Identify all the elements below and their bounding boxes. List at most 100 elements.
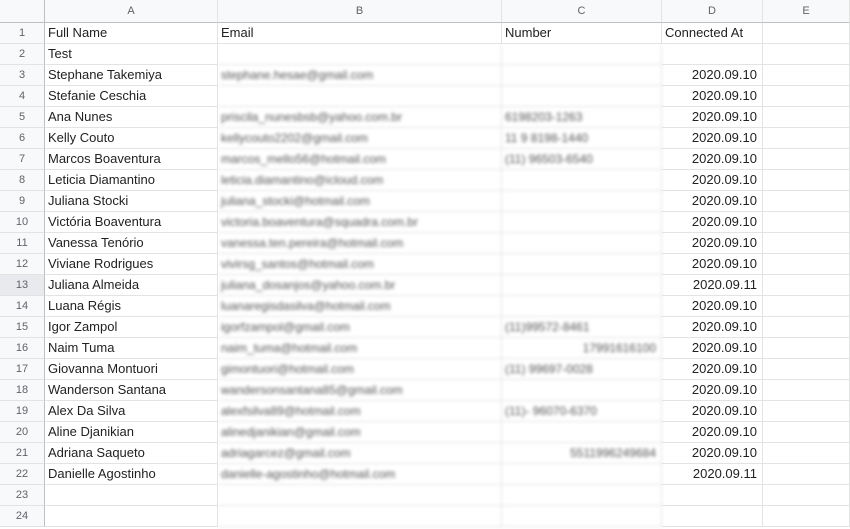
cell-full-name[interactable]: Viviane Rodrigues — [45, 254, 218, 275]
cell-full-name[interactable]: Aline Djanikian — [45, 422, 218, 443]
row-number[interactable]: 3 — [0, 65, 45, 86]
cell-email[interactable]: alexfsilva89@hotmail.com — [218, 401, 502, 422]
cell-email[interactable]: Email — [218, 23, 502, 44]
cell-full-name[interactable]: Stephane Takemiya — [45, 65, 218, 86]
cell-email[interactable]: kellycouto2202@gmail.com — [218, 128, 502, 149]
column-header-c[interactable]: C — [502, 0, 662, 23]
column-header-a[interactable]: A — [45, 0, 218, 23]
cell-number[interactable] — [502, 380, 662, 401]
cell-connected-at[interactable]: 2020.09.10 — [662, 338, 763, 359]
cell-email[interactable]: danielle-agostinho@hotmail.com — [218, 464, 502, 485]
cell-empty[interactable] — [763, 65, 850, 86]
cell-number[interactable] — [502, 233, 662, 254]
cell-full-name[interactable] — [45, 506, 218, 527]
cell-empty[interactable] — [763, 149, 850, 170]
cell-email[interactable]: stephane.hesae@gmail.com — [218, 65, 502, 86]
cell-full-name[interactable]: Adriana Saqueto — [45, 443, 218, 464]
cell-number[interactable]: 5511996249684 — [502, 443, 662, 464]
cell-full-name[interactable]: Danielle Agostinho — [45, 464, 218, 485]
cell-number[interactable] — [502, 485, 662, 506]
cell-email[interactable]: alinedjanikian@gmail.com — [218, 422, 502, 443]
cell-email[interactable] — [218, 44, 502, 65]
cell-connected-at[interactable]: 2020.09.11 — [662, 464, 763, 485]
cell-connected-at[interactable] — [662, 485, 763, 506]
row-number[interactable]: 23 — [0, 485, 45, 506]
cell-connected-at[interactable]: 2020.09.10 — [662, 296, 763, 317]
cell-number[interactable]: 11 9 8198-1440 — [502, 128, 662, 149]
cell-email[interactable]: juliana_stocki@hotmail.com — [218, 191, 502, 212]
cell-connected-at[interactable]: Connected At — [662, 23, 763, 44]
cell-email[interactable]: vanessa.ten.pereira@hotmail.com — [218, 233, 502, 254]
cell-connected-at[interactable]: 2020.09.10 — [662, 65, 763, 86]
cell-number[interactable]: 6198203-1263 — [502, 107, 662, 128]
cell-full-name[interactable]: Wanderson Santana — [45, 380, 218, 401]
cell-empty[interactable] — [763, 86, 850, 107]
cell-empty[interactable] — [763, 401, 850, 422]
cell-empty[interactable] — [763, 296, 850, 317]
cell-full-name[interactable]: Stefanie Ceschia — [45, 86, 218, 107]
cell-email[interactable]: gimontuori@hotmail.com — [218, 359, 502, 380]
cell-full-name[interactable]: Victória Boaventura — [45, 212, 218, 233]
cell-connected-at[interactable]: 2020.09.10 — [662, 170, 763, 191]
cell-email[interactable]: victoria.boaventura@squadra.com.br — [218, 212, 502, 233]
cell-connected-at[interactable]: 2020.09.10 — [662, 128, 763, 149]
cell-empty[interactable] — [763, 422, 850, 443]
cell-connected-at[interactable]: 2020.09.10 — [662, 149, 763, 170]
cell-connected-at[interactable] — [662, 506, 763, 527]
cell-email[interactable]: wandersonsantana85@gmail.com — [218, 380, 502, 401]
cell-empty[interactable] — [763, 254, 850, 275]
cell-empty[interactable] — [763, 128, 850, 149]
cell-connected-at[interactable]: 2020.09.10 — [662, 107, 763, 128]
row-number[interactable]: 4 — [0, 86, 45, 107]
cell-connected-at[interactable]: 2020.09.10 — [662, 380, 763, 401]
row-number[interactable]: 10 — [0, 212, 45, 233]
cell-email[interactable]: igorfzampol@gmail.com — [218, 317, 502, 338]
cell-full-name[interactable]: Kelly Couto — [45, 128, 218, 149]
cell-full-name[interactable]: Juliana Almeida — [45, 275, 218, 296]
column-header-e[interactable]: E — [763, 0, 850, 23]
cell-email[interactable]: juliana_dosanjos@yahoo.com.br — [218, 275, 502, 296]
cell-number[interactable]: 17991616100 — [502, 338, 662, 359]
cell-empty[interactable] — [763, 170, 850, 191]
row-number[interactable]: 19 — [0, 401, 45, 422]
cell-connected-at[interactable]: 2020.09.10 — [662, 233, 763, 254]
cell-number[interactable]: (11)- 96070-6370 — [502, 401, 662, 422]
cell-email[interactable]: naim_tuma@hotmail.com — [218, 338, 502, 359]
cell-empty[interactable] — [763, 380, 850, 401]
row-number[interactable]: 17 — [0, 359, 45, 380]
cell-number[interactable] — [502, 44, 662, 65]
row-number[interactable]: 11 — [0, 233, 45, 254]
row-number[interactable]: 22 — [0, 464, 45, 485]
row-number[interactable]: 8 — [0, 170, 45, 191]
cell-number[interactable] — [502, 296, 662, 317]
row-number[interactable]: 20 — [0, 422, 45, 443]
cell-connected-at[interactable]: 2020.09.10 — [662, 422, 763, 443]
cell-connected-at[interactable]: 2020.09.10 — [662, 401, 763, 422]
cell-full-name[interactable]: Naim Tuma — [45, 338, 218, 359]
row-number[interactable]: 16 — [0, 338, 45, 359]
cell-number[interactable]: Number — [502, 23, 662, 44]
cell-number[interactable]: (11) 96503-6540 — [502, 149, 662, 170]
row-number[interactable]: 9 — [0, 191, 45, 212]
cell-empty[interactable] — [763, 233, 850, 254]
row-number[interactable]: 5 — [0, 107, 45, 128]
cell-number[interactable] — [502, 191, 662, 212]
cell-number[interactable] — [502, 506, 662, 527]
cell-full-name[interactable]: Test — [45, 44, 218, 65]
cell-empty[interactable] — [763, 485, 850, 506]
row-number[interactable]: 7 — [0, 149, 45, 170]
cell-number[interactable]: (11)99572-8461 — [502, 317, 662, 338]
cell-full-name[interactable]: Leticia Diamantino — [45, 170, 218, 191]
cell-number[interactable]: (11) 99697-0028 — [502, 359, 662, 380]
cell-full-name[interactable]: Vanessa Tenório — [45, 233, 218, 254]
cell-full-name[interactable]: Ana Nunes — [45, 107, 218, 128]
cell-email[interactable] — [218, 485, 502, 506]
cell-email[interactable] — [218, 506, 502, 527]
cell-connected-at[interactable]: 2020.09.10 — [662, 443, 763, 464]
cell-empty[interactable] — [763, 23, 850, 44]
cell-full-name[interactable] — [45, 485, 218, 506]
cell-empty[interactable] — [763, 464, 850, 485]
cell-connected-at[interactable]: 2020.09.10 — [662, 86, 763, 107]
cell-empty[interactable] — [763, 443, 850, 464]
cell-empty[interactable] — [763, 107, 850, 128]
